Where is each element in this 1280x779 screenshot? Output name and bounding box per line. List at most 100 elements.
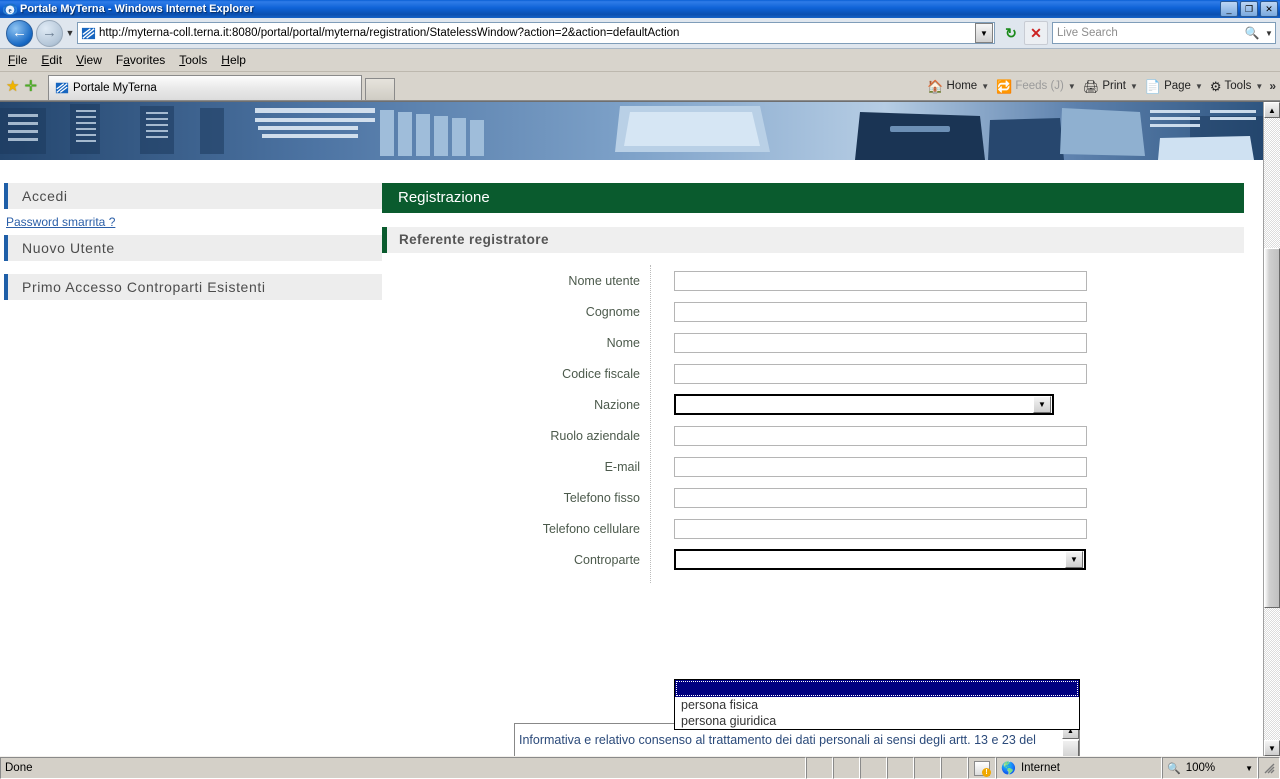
- control-codice-fiscale: [650, 363, 1087, 384]
- command-overflow-icon[interactable]: »: [1269, 79, 1276, 93]
- privacy-line: D.Lgs 30 giugno 2003, n. 196 (Codice in …: [519, 753, 1054, 756]
- forward-button[interactable]: →: [36, 19, 63, 47]
- form-row-cognome: Cognome: [382, 296, 1244, 327]
- restore-button[interactable]: ❐: [1240, 1, 1258, 17]
- new-tab-button[interactable]: [365, 78, 396, 100]
- tab-favicon-icon: [55, 81, 69, 95]
- input-telefono-cellulare[interactable]: [674, 518, 1087, 539]
- sidebar-item-nuovo-utente[interactable]: Nuovo Utente: [4, 235, 382, 261]
- command-feeds[interactable]: 🔁 Feeds (J) ▼: [996, 80, 1076, 93]
- chevron-down-icon[interactable]: ▼: [1068, 82, 1076, 91]
- address-input[interactable]: http://myterna-coll.terna.it:8080/portal…: [77, 22, 995, 44]
- zoom-icon: 🔍: [1167, 762, 1181, 775]
- input-cognome[interactable]: [674, 301, 1087, 322]
- tab-portale-myterna[interactable]: Portale MyTerna: [48, 75, 363, 100]
- chevron-down-icon[interactable]: ▼: [981, 82, 989, 91]
- search-icon[interactable]: 🔍: [1241, 26, 1263, 40]
- privacy-line: Informativa e relativo consenso al tratt…: [519, 733, 1036, 747]
- control-email: [650, 456, 1087, 477]
- label-nazione: Nazione: [594, 397, 640, 412]
- command-print[interactable]: 🖨 Print ▼: [1083, 80, 1138, 93]
- command-page-label: Page: [1164, 80, 1191, 92]
- main-panel: Registrazione Referente registratore Nom…: [382, 183, 1264, 583]
- back-arrow-icon: ←: [12, 23, 27, 41]
- tab-bar: ★ ✛ Portale MyTerna 🏠 Home ▼ 🔁 Feeds (J)…: [0, 72, 1280, 101]
- form-row-nome-utente: Nome utente: [382, 265, 1244, 296]
- command-bar: 🏠 Home ▼ 🔁 Feeds (J) ▼ 🖨 Print ▼ 📄 Page …: [920, 72, 1280, 100]
- control-controparte: ▼: [650, 549, 1086, 570]
- label-nome-utente: Nome utente: [568, 273, 640, 288]
- password-smarrita-link[interactable]: Password smarrita ?: [4, 209, 382, 235]
- input-nome-utente[interactable]: [674, 270, 1087, 291]
- security-zone-label: Internet: [1020, 762, 1060, 774]
- input-telefono-fisso[interactable]: [674, 487, 1087, 508]
- forward-arrow-icon: →: [42, 23, 57, 41]
- menu-tools[interactable]: Tools: [179, 53, 207, 67]
- page-content: Accedi Password smarrita ? Nuovo Utente …: [0, 102, 1264, 756]
- minimize-button[interactable]: _: [1220, 1, 1238, 17]
- scroll-up-arrow-icon[interactable]: ▲: [1264, 102, 1280, 118]
- history-dropdown-icon[interactable]: ▼: [63, 28, 77, 38]
- label-cognome: Cognome: [585, 304, 640, 319]
- address-dropdown-icon[interactable]: ▼: [975, 23, 993, 43]
- label-controparte: Controparte: [573, 552, 640, 567]
- command-tools[interactable]: ⚙ Tools ▼: [1210, 80, 1263, 93]
- dropdown-option-persona-fisica[interactable]: persona fisica: [675, 697, 1079, 713]
- dropdown-option-empty[interactable]: [675, 680, 1079, 697]
- privacy-scrollbar-thumb[interactable]: [1062, 740, 1079, 756]
- sidebar: Accedi Password smarrita ? Nuovo Utente …: [0, 183, 382, 575]
- add-to-favorites-icon[interactable]: ✛: [24, 79, 37, 94]
- search-box[interactable]: Live Search 🔍 ▼: [1052, 22, 1276, 44]
- label-nome: Nome: [606, 335, 640, 350]
- chevron-down-icon[interactable]: ▼: [1245, 764, 1253, 773]
- dropdown-option-persona-giuridica[interactable]: persona giuridica: [675, 713, 1079, 729]
- search-input[interactable]: Live Search: [1053, 27, 1241, 39]
- sidebar-item-accedi[interactable]: Accedi: [4, 183, 382, 209]
- select-nazione[interactable]: ▼: [674, 394, 1054, 415]
- window-title: Portale MyTerna - Windows Internet Explo…: [20, 3, 254, 15]
- form-row-controparte: Controparte ▼: [382, 544, 1244, 575]
- close-button[interactable]: ✕: [1260, 1, 1278, 17]
- search-provider-dropdown-icon[interactable]: ▼: [1263, 29, 1275, 38]
- input-codice-fiscale[interactable]: [674, 363, 1087, 384]
- control-cognome: [650, 301, 1087, 322]
- page-scrollbar[interactable]: ▲ ▼: [1263, 102, 1280, 756]
- input-ruolo-aziendale[interactable]: [674, 425, 1087, 446]
- window-title-bar: e Portale MyTerna - Windows Internet Exp…: [0, 0, 1280, 18]
- chevron-down-icon[interactable]: ▼: [1195, 82, 1203, 91]
- scrollbar-thumb[interactable]: [1264, 248, 1280, 608]
- chevron-down-icon[interactable]: ▼: [1065, 551, 1083, 568]
- chevron-down-icon[interactable]: ▼: [1255, 82, 1263, 91]
- refresh-icon[interactable]: ↻: [1000, 22, 1022, 44]
- menu-file[interactable]: File: [8, 53, 27, 67]
- input-email[interactable]: [674, 456, 1087, 477]
- control-ruolo-aziendale: [650, 425, 1087, 446]
- menu-favorites[interactable]: Favorites: [116, 53, 165, 67]
- site-banner-image: [0, 102, 1264, 160]
- command-page[interactable]: 📄 Page ▼: [1145, 80, 1203, 93]
- stop-icon[interactable]: ✕: [1024, 21, 1048, 45]
- chevron-down-icon[interactable]: ▼: [1033, 396, 1051, 413]
- favorites-star-icon[interactable]: ★: [6, 79, 19, 94]
- internet-explorer-icon: e: [3, 2, 17, 16]
- menu-help[interactable]: Help: [221, 53, 246, 67]
- menu-view[interactable]: View: [76, 53, 102, 67]
- resize-grip-icon: [1264, 763, 1275, 774]
- sidebar-item-primo-accesso[interactable]: Primo Accesso Controparti Esistenti: [4, 274, 382, 300]
- menu-edit[interactable]: Edit: [41, 53, 62, 67]
- select-controparte[interactable]: ▼: [674, 549, 1086, 570]
- controparte-dropdown-list[interactable]: persona fisica persona giuridica: [674, 679, 1080, 730]
- command-tools-label: Tools: [1224, 80, 1252, 92]
- back-button[interactable]: ←: [6, 19, 33, 47]
- scroll-down-arrow-icon[interactable]: ▼: [1264, 740, 1280, 756]
- scrollbar-track-upper[interactable]: [1264, 118, 1280, 248]
- command-home[interactable]: 🏠 Home ▼: [927, 80, 989, 93]
- form-row-codice-fiscale: Codice fiscale: [382, 358, 1244, 389]
- zoom-level-label: 100%: [1185, 762, 1216, 774]
- command-home-label: Home: [946, 80, 978, 92]
- scrollbar-track-lower[interactable]: [1264, 608, 1280, 740]
- input-nome[interactable]: [674, 332, 1087, 353]
- window-controls: _ ❐ ✕: [1220, 1, 1278, 17]
- chevron-down-icon[interactable]: ▼: [1130, 82, 1138, 91]
